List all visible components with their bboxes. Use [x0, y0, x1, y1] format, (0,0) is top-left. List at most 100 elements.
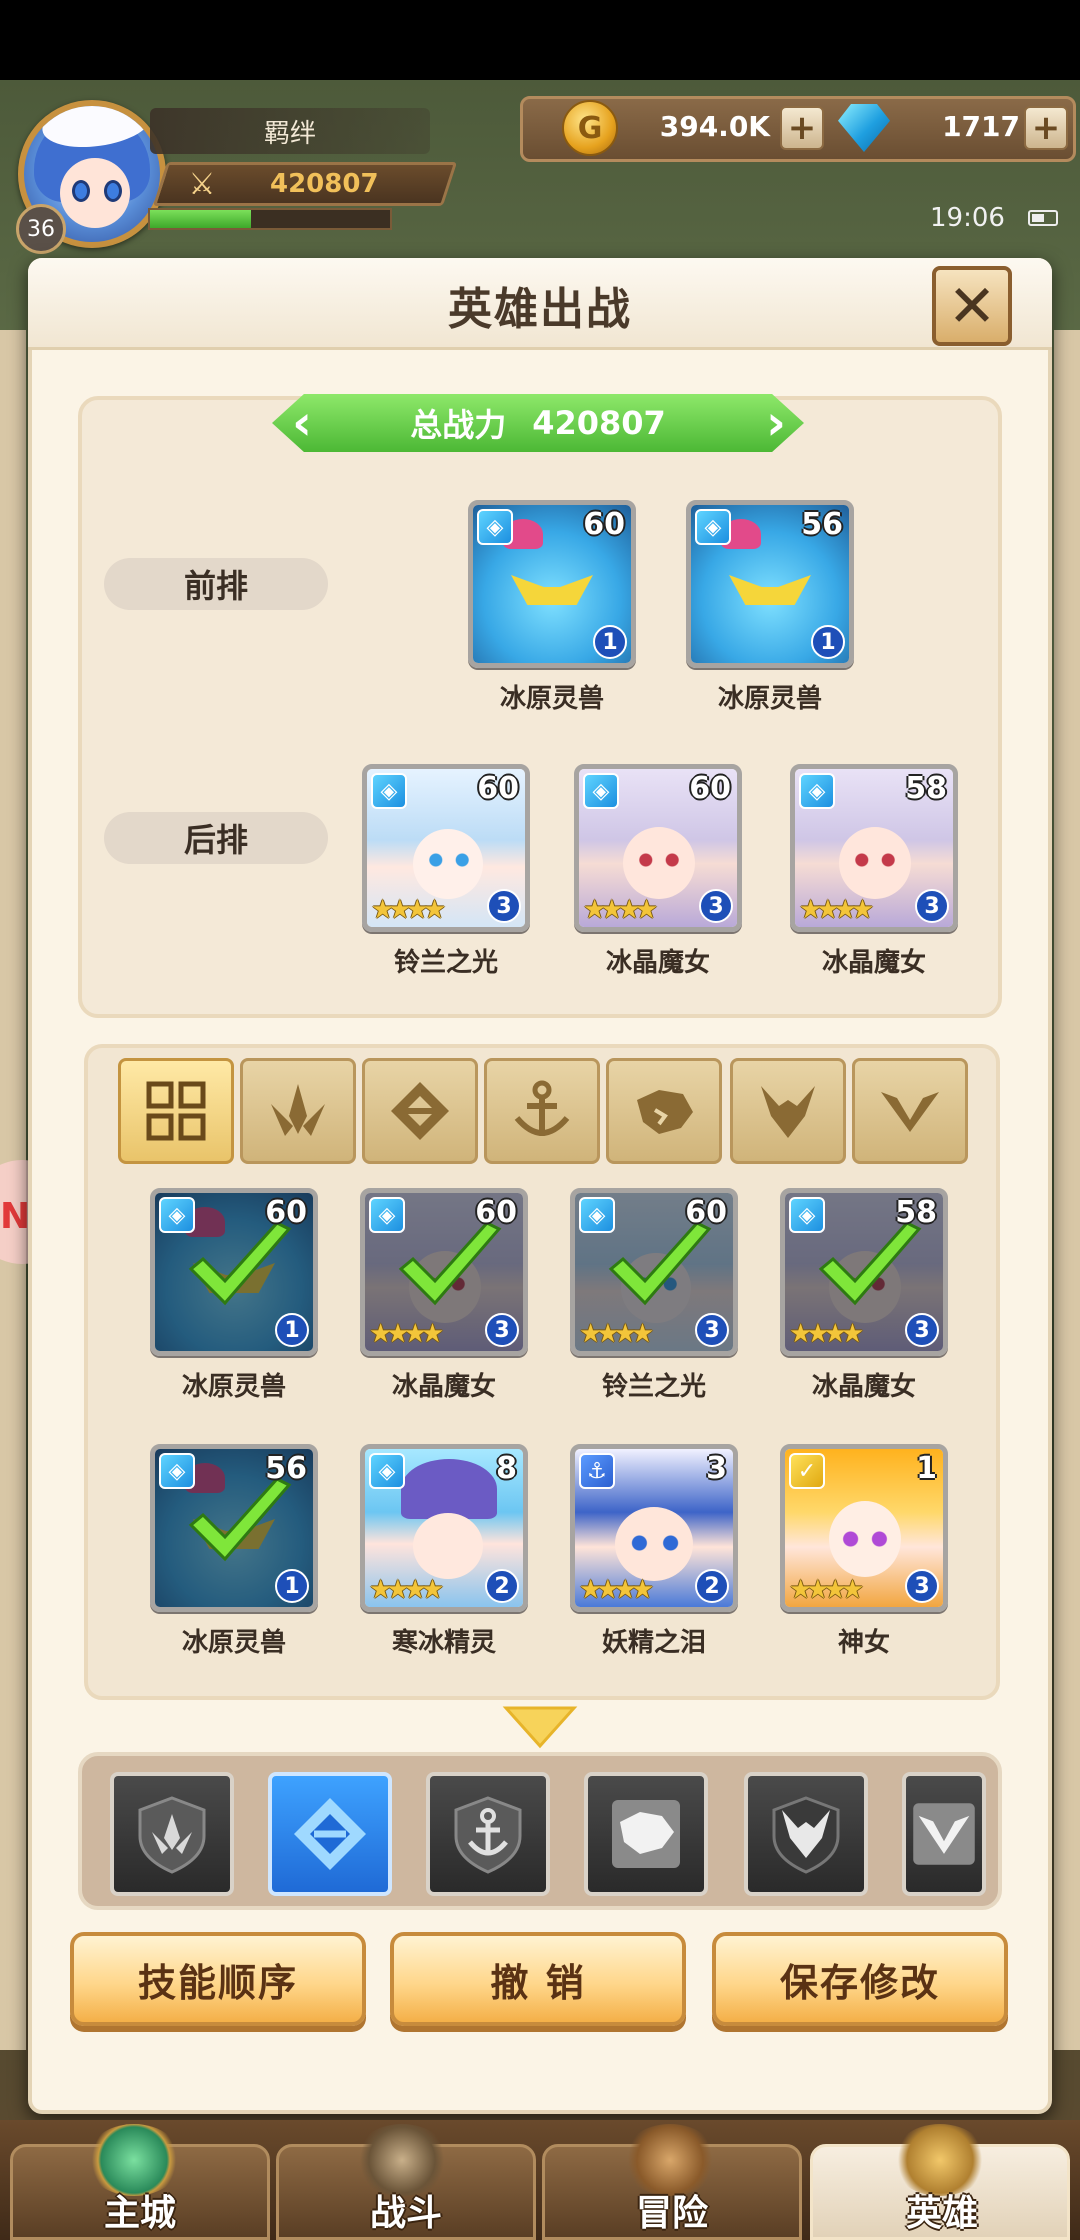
hero-star-count: 3: [699, 889, 733, 923]
chevron-left-icon: ‹: [292, 395, 312, 451]
chevron-right-icon: ›: [766, 395, 786, 451]
crossed-swords-icon: ⚔: [188, 166, 216, 202]
close-button[interactable]: ✕: [932, 266, 1012, 346]
hero-star-count: 1: [275, 1569, 309, 1603]
anchor-icon: [514, 1080, 570, 1136]
hero-level: 3: [706, 1451, 727, 1486]
check-mark-icon: [818, 1221, 922, 1306]
check-mark-icon: [188, 1477, 292, 1562]
skill-order-button[interactable]: 技能顺序: [70, 1932, 366, 2026]
hero-star-count: 1: [275, 1313, 309, 1347]
hero-card[interactable]: ⚓ 3 ★★★★ 2: [570, 1444, 738, 1612]
hero-name: 冰晶魔女: [391, 1372, 496, 1402]
undo-button[interactable]: 撤 销: [390, 1932, 686, 2026]
gold-amount: 394.0K: [659, 110, 770, 143]
hero-name: 妖精之泪: [601, 1628, 706, 1658]
status-bar: [0, 0, 1080, 80]
hero-star-count: 3: [905, 1569, 939, 1603]
hero-level: 58: [905, 771, 947, 806]
ice-faction-icon: ◈: [371, 773, 407, 809]
star-rating: ★★★★: [371, 895, 446, 925]
ice-faction-icon: ◈: [477, 509, 513, 545]
hero-level: 60: [265, 1195, 307, 1230]
faction-bonus-button[interactable]: [426, 1772, 550, 1896]
star-rating: ★★★★: [579, 1319, 654, 1349]
nature-shield-icon: [138, 1796, 206, 1874]
filter-tab[interactable]: [730, 1058, 846, 1164]
ice-faction-icon: ◈: [583, 773, 619, 809]
all-icon: [146, 1081, 206, 1141]
save-changes-button[interactable]: 保存修改: [712, 1932, 1008, 2026]
hero-card[interactable]: ◈ 60 ★★★★ 3: [574, 764, 742, 932]
hero-card[interactable]: ◈ 8 ★★★★ 2: [360, 1444, 528, 1612]
filter-tab[interactable]: [606, 1058, 722, 1164]
exp-bar: [148, 208, 392, 230]
hero-level: 60: [689, 771, 731, 806]
hero-name: 铃兰之光: [601, 1372, 706, 1402]
add-gems-button[interactable]: +: [1024, 106, 1068, 150]
hero-card[interactable]: ◈ 60 1: [468, 500, 636, 668]
hero-star-count: 3: [485, 1313, 519, 1347]
hero-level: 60: [583, 507, 625, 542]
ice-faction-icon: ◈: [799, 773, 835, 809]
faction-bonus-button[interactable]: [744, 1772, 868, 1896]
player-name: 羁绊: [150, 108, 430, 154]
star-rating: ★★★★: [789, 1575, 864, 1605]
anchor-faction-icon: ⚓: [579, 1453, 615, 1489]
holy-faction-icon: ✓: [789, 1453, 825, 1489]
hero-name: 冰原灵兽: [181, 1628, 286, 1658]
hero-card[interactable]: ◈ 60 ★★★★ 3: [362, 764, 530, 932]
hero-star-count: 2: [695, 1569, 729, 1603]
hero-level: 60: [685, 1195, 727, 1230]
hero-card[interactable]: ◈ 56 1: [150, 1444, 318, 1612]
hero-card[interactable]: ◈ 56 1: [686, 500, 854, 668]
player-power: 420807: [270, 169, 379, 199]
filter-tab[interactable]: [362, 1058, 478, 1164]
faction-bonus-button[interactable]: [584, 1772, 708, 1896]
hero-card[interactable]: ◈ 58 ★★★★ 3: [780, 1188, 948, 1356]
gem-amount: 1717: [942, 110, 1020, 143]
hero-name: 冰原灵兽: [499, 684, 604, 714]
ice-faction-icon: ◈: [579, 1197, 615, 1233]
filter-tab[interactable]: [240, 1058, 356, 1164]
check-mark-icon: [188, 1221, 292, 1306]
filter-tab[interactable]: [852, 1058, 968, 1164]
nav-label-city: 主城: [103, 2193, 176, 2234]
gold-coin-icon: G: [562, 100, 618, 156]
beast-shield-icon: [612, 1800, 680, 1868]
hero-name: 冰晶魔女: [821, 948, 926, 978]
ice-faction-icon: ◈: [369, 1453, 405, 1489]
ice-faction-icon: ◈: [159, 1453, 195, 1489]
star-rating: ★★★★: [799, 895, 874, 925]
add-gold-button[interactable]: +: [780, 106, 824, 150]
check-mark-icon: [398, 1221, 502, 1306]
nav-label-adventure: 冒险: [635, 2193, 708, 2234]
filter-tab[interactable]: [484, 1058, 600, 1164]
dialog-title: 英雄出战: [448, 284, 632, 335]
hero-level: 56: [265, 1451, 307, 1486]
faction-bonus-button[interactable]: [268, 1772, 392, 1896]
star-rating: ★★★★: [579, 1575, 654, 1605]
hero-card[interactable]: ◈ 60 1: [150, 1188, 318, 1356]
ice-crystal-icon: [294, 1798, 366, 1870]
hero-star-count: 3: [487, 889, 521, 923]
expand-down-icon[interactable]: [502, 1704, 578, 1750]
right-panel-edge: [1054, 330, 1080, 2050]
battery-icon: [1028, 210, 1058, 226]
front-row-label: 前排: [104, 558, 328, 610]
beast-icon: [637, 1090, 693, 1134]
hero-star-count: 3: [905, 1313, 939, 1347]
player-level-badge: 36: [16, 204, 66, 254]
hero-card[interactable]: ◈ 60 ★★★★ 3: [360, 1188, 528, 1356]
hero-card[interactable]: ◈ 60 ★★★★ 3: [570, 1188, 738, 1356]
hero-card[interactable]: ◈ 58 ★★★★ 3: [790, 764, 958, 932]
star-rating: ★★★★: [789, 1319, 864, 1349]
hero-level: 56: [801, 507, 843, 542]
filter-tab[interactable]: [118, 1058, 234, 1164]
hero-card[interactable]: ✓ 1 ★★★★ 3: [780, 1444, 948, 1612]
ice-faction-icon: ◈: [369, 1197, 405, 1233]
star-rating: ★★★★: [583, 895, 658, 925]
faction-bonus-button[interactable]: [110, 1772, 234, 1896]
faction-bonus-button[interactable]: [902, 1772, 986, 1896]
back-row-label: 后排: [104, 812, 328, 864]
